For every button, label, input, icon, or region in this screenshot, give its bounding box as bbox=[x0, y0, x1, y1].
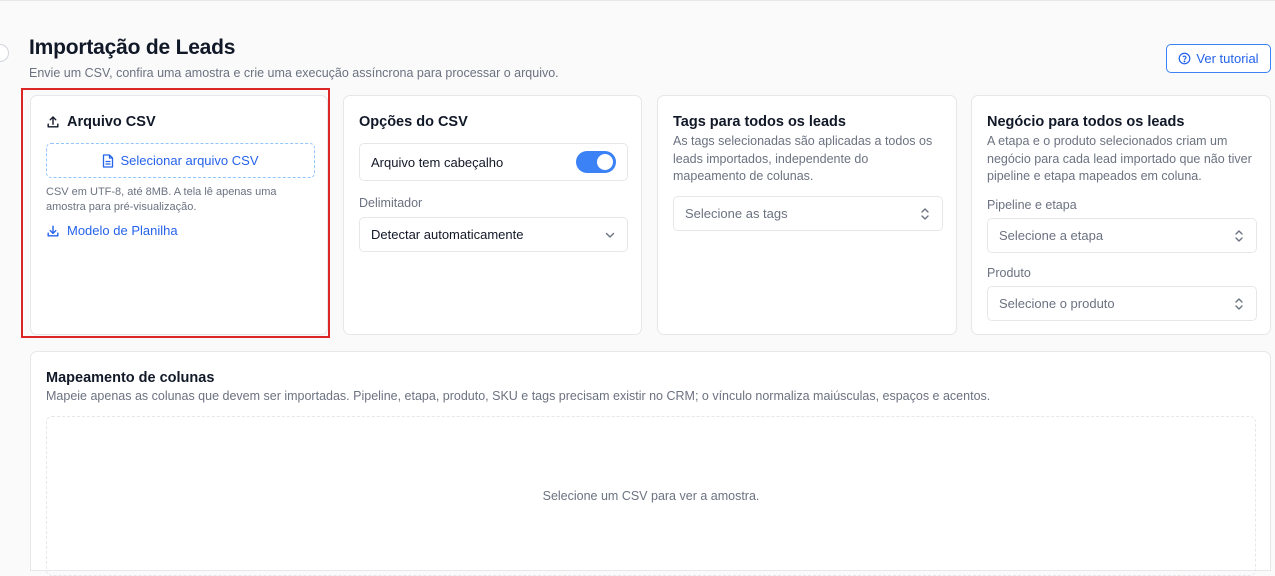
product-label: Produto bbox=[987, 266, 1031, 280]
column-mapping-card: Mapeamento de colunas Mapeie apenas as c… bbox=[30, 351, 1271, 576]
tutorial-button-label: Ver tutorial bbox=[1196, 51, 1259, 66]
download-icon bbox=[46, 224, 60, 238]
tags-description: As tags selecionadas são aplicadas a tod… bbox=[673, 134, 933, 183]
spreadsheet-template-label: Modelo de Planilha bbox=[67, 223, 178, 238]
spreadsheet-template-link[interactable]: Modelo de Planilha bbox=[46, 223, 178, 238]
deal-title: Negócio para todos os leads bbox=[987, 114, 1185, 130]
file-text-icon bbox=[102, 153, 114, 168]
page-title: Importação de Leads bbox=[29, 36, 236, 59]
csv-file-title: Arquivo CSV bbox=[67, 114, 156, 130]
sample-empty-text: Selecione um CSV para ver a amostra. bbox=[542, 489, 760, 503]
top-divider bbox=[0, 0, 1275, 1]
chevrons-up-down-icon bbox=[1233, 297, 1245, 311]
upload-icon bbox=[46, 115, 60, 129]
deal-card: Negócio para todos os leads A etapa e o … bbox=[971, 95, 1271, 335]
tutorial-button[interactable]: Ver tutorial bbox=[1166, 44, 1271, 73]
sample-preview-area: Selecione um CSV para ver a amostra. bbox=[46, 416, 1256, 576]
toggle-knob bbox=[597, 154, 613, 170]
pipeline-select[interactable]: Selecione a etapa bbox=[987, 218, 1257, 253]
csv-options-title: Opções do CSV bbox=[359, 114, 468, 130]
header-toggle-label: Arquivo tem cabeçalho bbox=[371, 154, 504, 170]
page-subtitle: Envie um CSV, confira uma amostra e crie… bbox=[29, 66, 559, 80]
delimiter-label: Delimitador bbox=[359, 196, 423, 210]
select-csv-label: Selecionar arquivo CSV bbox=[120, 153, 259, 168]
deal-description: A etapa e o produto selecionados criam u… bbox=[987, 134, 1252, 183]
tags-title: Tags para todos os leads bbox=[673, 114, 846, 130]
pipeline-label: Pipeline e etapa bbox=[987, 198, 1077, 212]
product-select[interactable]: Selecione o produto bbox=[987, 286, 1257, 321]
chevron-down-icon bbox=[604, 229, 616, 241]
delimiter-select[interactable]: Detectar automaticamente bbox=[359, 217, 628, 252]
csv-hint: CSV em UTF-8, até 8MB. A tela lê apenas … bbox=[46, 186, 277, 213]
tags-card: Tags para todos os leads As tags selecio… bbox=[657, 95, 957, 335]
tags-select-placeholder: Selecione as tags bbox=[685, 206, 788, 221]
tags-select[interactable]: Selecione as tags bbox=[673, 196, 943, 231]
sidebar-collapse-handle[interactable] bbox=[0, 44, 9, 62]
delimiter-value: Detectar automaticamente bbox=[371, 227, 524, 242]
select-csv-button[interactable]: Selecionar arquivo CSV bbox=[46, 143, 315, 178]
pipeline-placeholder: Selecione a etapa bbox=[999, 228, 1104, 243]
csv-options-card: Opções do CSV Arquivo tem cabeçalho Deli… bbox=[343, 95, 642, 335]
help-circle-icon bbox=[1178, 52, 1191, 65]
chevrons-up-down-icon bbox=[919, 207, 931, 221]
column-mapping-description: Mapeie apenas as colunas que devem ser i… bbox=[46, 389, 991, 403]
product-placeholder: Selecione o produto bbox=[999, 296, 1115, 311]
header-toggle-row: Arquivo tem cabeçalho bbox=[359, 143, 628, 181]
chevrons-up-down-icon bbox=[1233, 229, 1245, 243]
header-toggle-switch[interactable] bbox=[576, 151, 616, 173]
column-mapping-title: Mapeamento de colunas bbox=[46, 370, 215, 386]
csv-file-card: Arquivo CSV Selecionar arquivo CSV CSV e… bbox=[30, 95, 328, 335]
